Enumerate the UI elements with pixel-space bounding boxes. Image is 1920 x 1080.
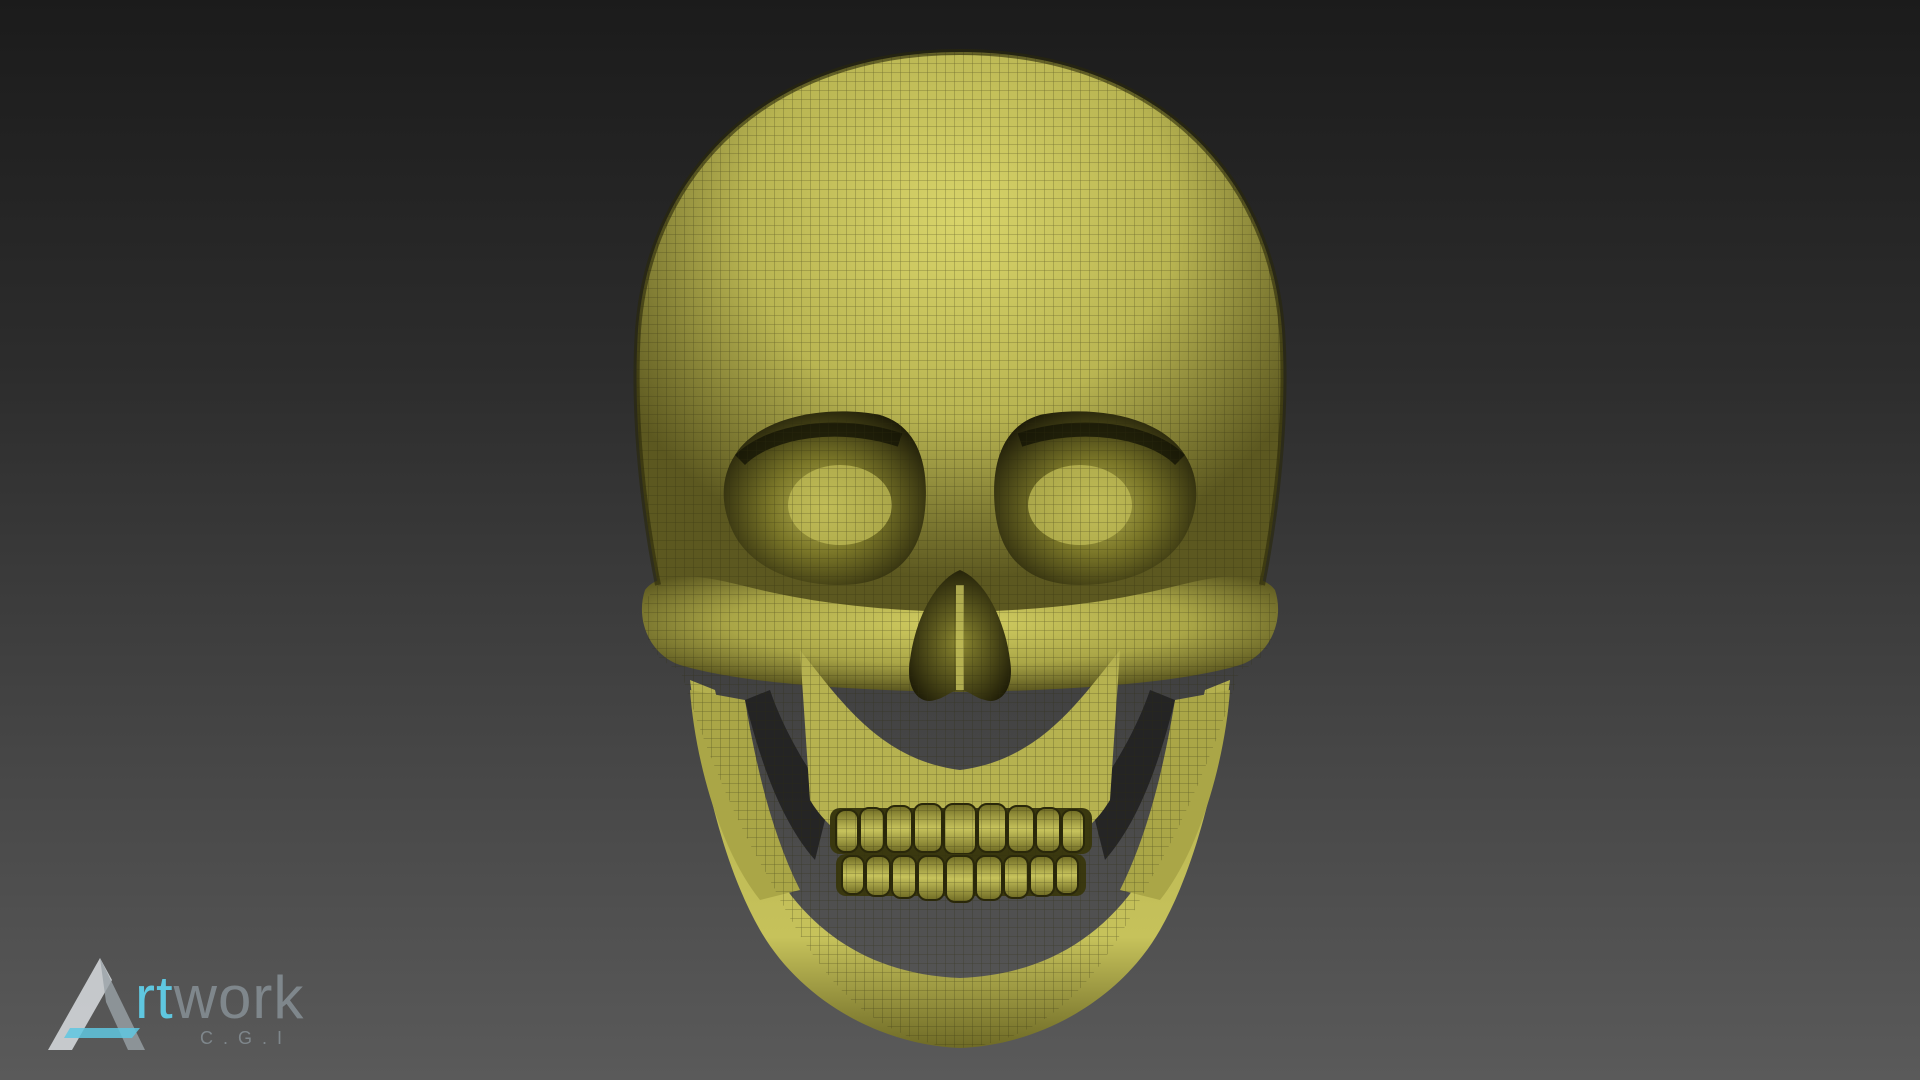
skull-model[interactable] xyxy=(0,0,1920,1080)
watermark-logo: rtwork C.G.I xyxy=(40,950,370,1060)
wireframe-overlay xyxy=(636,52,1284,1048)
watermark-accent-text: rt xyxy=(135,964,174,1031)
triangle-a-logo-icon xyxy=(48,958,145,1050)
watermark-brand-text: rtwork xyxy=(135,968,304,1028)
watermark-sub-label: C.G.I xyxy=(200,1028,293,1048)
viewport[interactable]: rtwork C.G.I xyxy=(0,0,1920,1080)
watermark-rest-text: work xyxy=(173,964,305,1031)
